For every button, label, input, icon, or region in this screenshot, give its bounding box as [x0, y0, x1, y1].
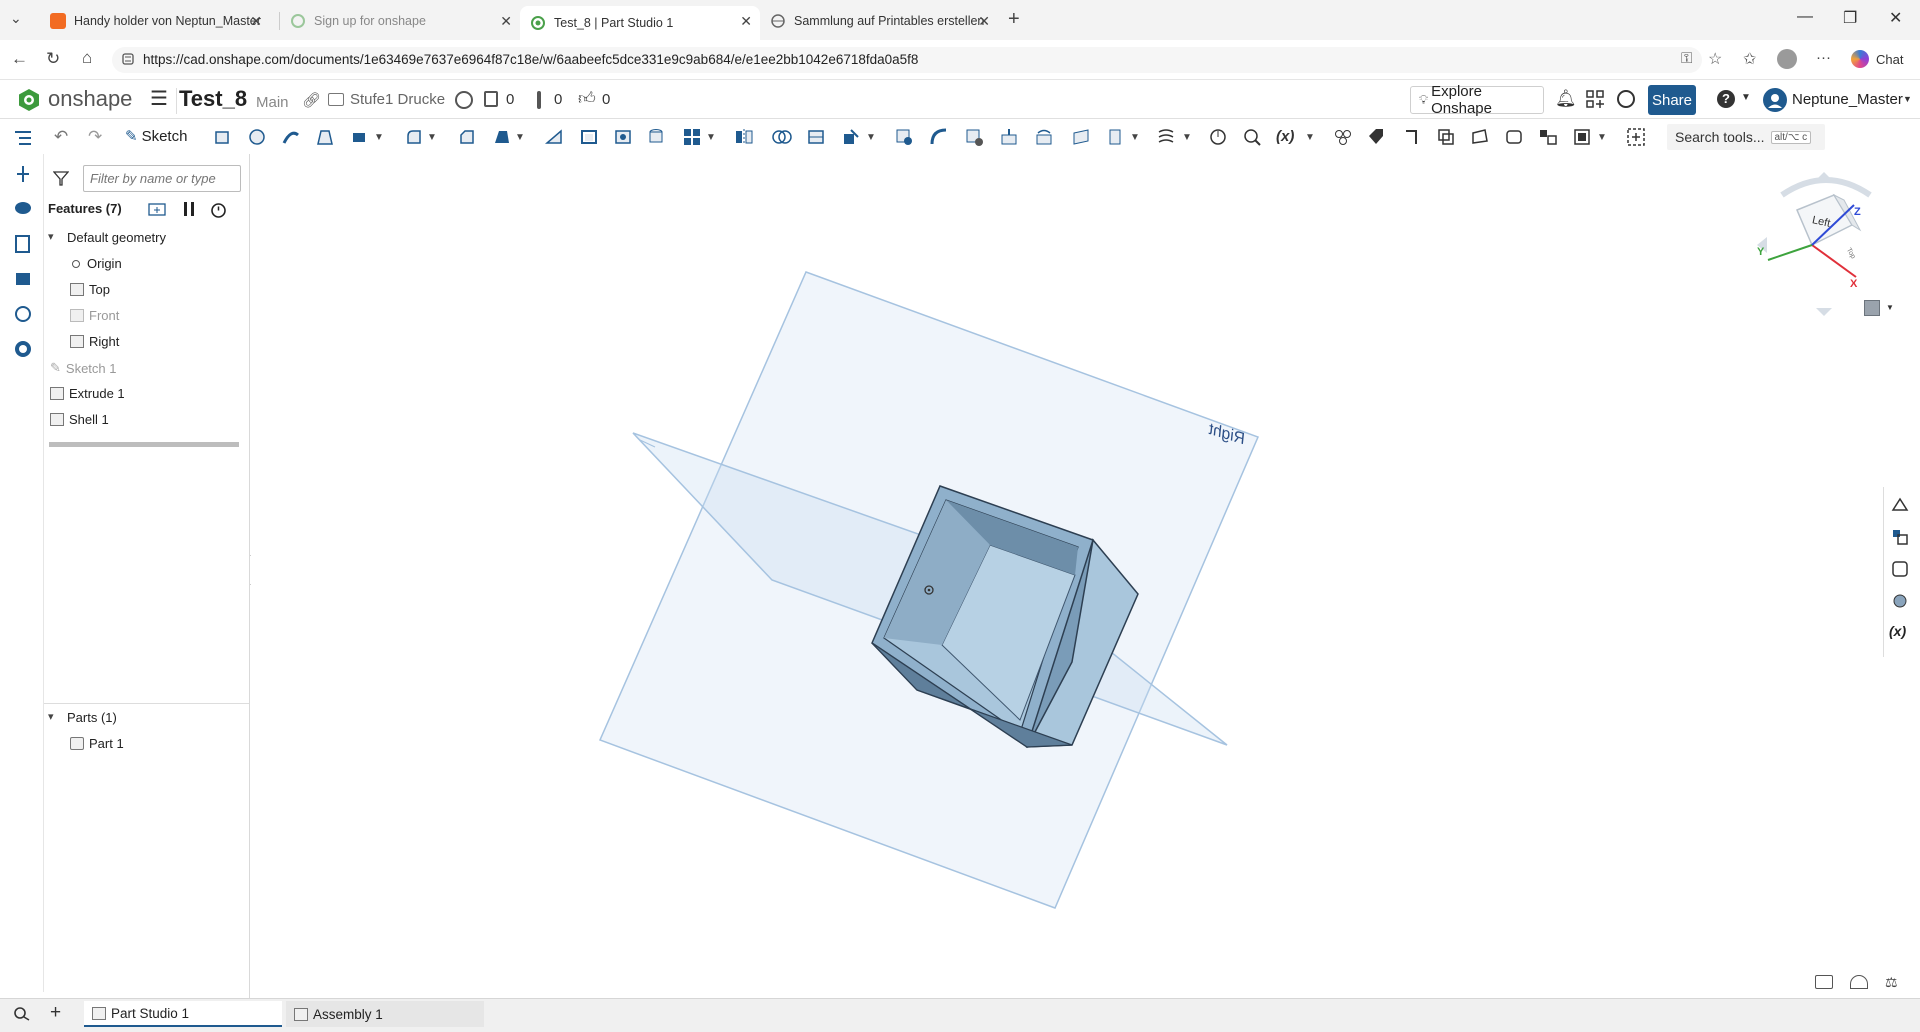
assembly-tab-label: Assembly 1 — [313, 1006, 383, 1022]
view-options-caret-icon[interactable]: ▼ — [1886, 303, 1894, 312]
tab-manager-icon[interactable] — [12, 1005, 32, 1021]
view-cube[interactable]: Left Top X Y Z ▼ — [1752, 170, 1900, 320]
assembly-icon — [294, 1007, 308, 1021]
units-scale-icon[interactable]: ⚖︎ — [1885, 974, 1898, 991]
view-options-cube-icon[interactable] — [1864, 300, 1880, 316]
insert-new-element-icon[interactable]: + — [50, 1002, 61, 1024]
tab-part-studio-1[interactable]: Part Studio 1 — [84, 1001, 282, 1027]
axis-y-label: Y — [1757, 246, 1765, 258]
tab-assembly-1[interactable]: Assembly 1 — [286, 1001, 484, 1027]
display-mode-icon[interactable] — [1815, 975, 1833, 989]
appearance-panel-icon[interactable] — [1890, 495, 1910, 515]
variables-panel-icon[interactable]: (x) — [1889, 623, 1906, 639]
section-mode-icon[interactable] — [1850, 975, 1868, 989]
axis-z-label: Z — [1854, 206, 1861, 218]
part-studio-tab-label: Part Studio 1 — [111, 1005, 190, 1021]
render-studio-icon[interactable] — [1890, 591, 1910, 611]
model-scene — [598, 271, 1260, 909]
mass-properties-icon[interactable] — [1890, 559, 1910, 579]
part-studio-icon — [92, 1006, 106, 1020]
axis-x-label: X — [1850, 278, 1858, 290]
parts-panel-icon[interactable] — [1890, 527, 1910, 547]
